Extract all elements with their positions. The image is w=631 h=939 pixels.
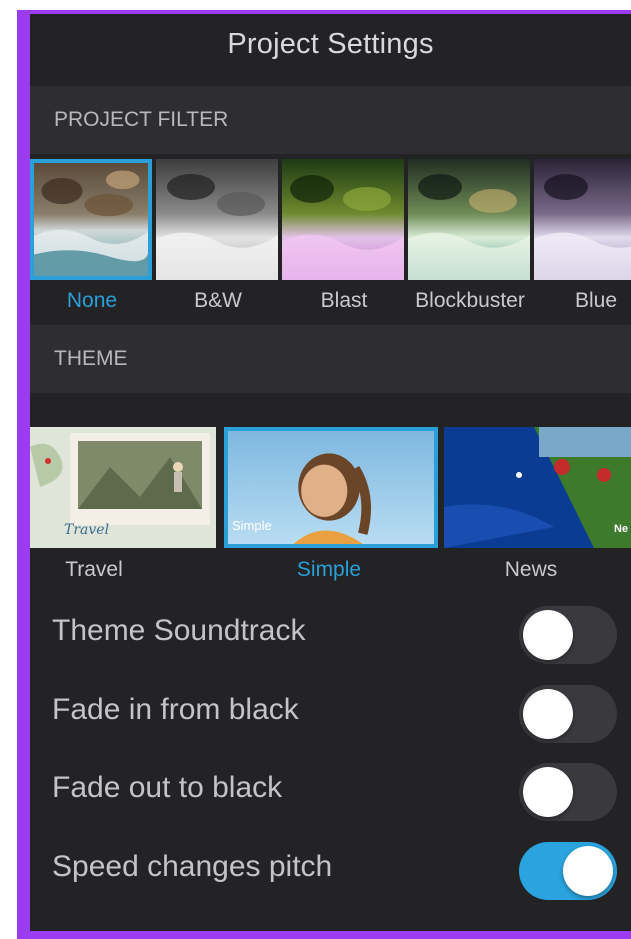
theme-thumbnail-caption: Travel	[64, 522, 110, 538]
navigation-bar: Project Settings	[30, 14, 631, 86]
setting-label: Fade out to black	[52, 771, 283, 804]
filter-label: B&W	[194, 289, 242, 312]
switch-knob	[523, 610, 573, 660]
filter-option-bw[interactable]: B&W	[156, 157, 280, 322]
setting-row-fade-in: Fade in from black	[30, 679, 631, 757]
theme-option-travel[interactable]: Travel Travel	[30, 424, 218, 594]
theme-label: Travel	[65, 558, 123, 581]
theme-option-simple[interactable]: Simple Simple	[224, 424, 438, 594]
theme-thumbnail-caption: Simple	[232, 518, 272, 533]
fade-in-switch[interactable]	[519, 685, 617, 743]
switch-knob	[523, 767, 573, 817]
filter-thumbnail	[282, 159, 404, 280]
filter-label: None	[66, 289, 118, 312]
setting-label: Theme Soundtrack	[52, 614, 306, 647]
filter-option-blue[interactable]: Blue	[534, 157, 631, 322]
theme-thumbnail-caption: Ne	[614, 523, 629, 535]
filter-thumbnail	[156, 159, 278, 280]
filter-label: Blue	[574, 289, 618, 312]
section-title: THEME	[54, 347, 128, 370]
switch-knob	[523, 689, 573, 739]
theme-soundtrack-switch[interactable]	[519, 606, 617, 664]
speed-changes-pitch-switch[interactable]	[519, 842, 617, 900]
theme-option-news[interactable]: Ne News	[444, 424, 631, 594]
project-settings-screen: Project Settings PROJECT FILTER None B&W…	[30, 14, 631, 931]
fade-out-switch[interactable]	[519, 763, 617, 821]
theme-thumbnail	[30, 427, 216, 548]
filter-label: Blockbuster	[415, 289, 525, 312]
section-header-theme: THEME	[30, 325, 631, 393]
page-title: Project Settings	[227, 28, 434, 60]
setting-row-speed-pitch: Speed changes pitch	[30, 836, 631, 914]
theme-carousel[interactable]: Travel Travel Simple Simple Ne News	[30, 424, 631, 594]
setting-row-theme-soundtrack: Theme Soundtrack	[30, 600, 631, 678]
section-title: PROJECT FILTER	[54, 108, 229, 131]
setting-row-fade-out: Fade out to black	[30, 757, 631, 835]
setting-label: Fade in from black	[52, 693, 299, 726]
setting-label: Speed changes pitch	[52, 850, 333, 883]
theme-label: News	[504, 558, 558, 581]
filter-option-none[interactable]: None	[30, 157, 154, 322]
filter-thumbnail	[534, 159, 631, 280]
theme-label: Simple	[296, 558, 362, 581]
filter-option-blast[interactable]: Blast	[282, 157, 406, 322]
section-header-project-filter: PROJECT FILTER	[30, 86, 631, 154]
filter-thumbnail	[408, 159, 530, 280]
switch-knob	[563, 846, 613, 896]
filter-carousel[interactable]: None B&W Blast Blockbuster Blue	[30, 157, 631, 322]
filter-label: Blast	[320, 289, 368, 312]
theme-thumbnail	[444, 427, 631, 548]
filter-thumbnail	[30, 159, 152, 280]
filter-option-blockbuster[interactable]: Blockbuster	[408, 157, 532, 322]
